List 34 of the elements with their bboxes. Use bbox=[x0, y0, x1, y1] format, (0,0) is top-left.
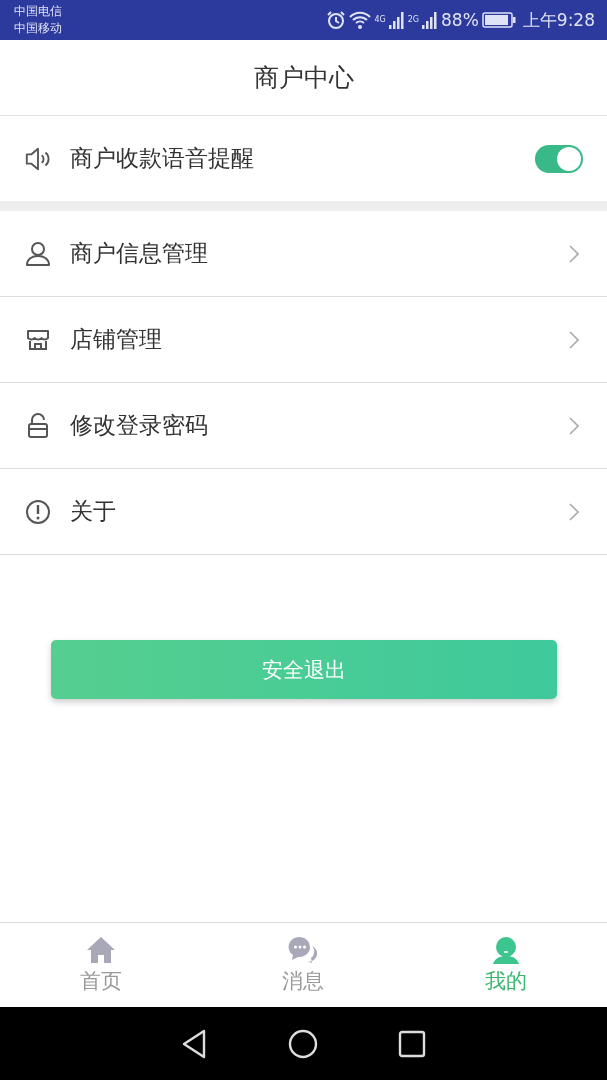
menu-label: 商户信息管理 bbox=[70, 239, 209, 268]
exclamation-icon bbox=[24, 498, 52, 525]
person-icon bbox=[490, 935, 521, 964]
alarm-icon bbox=[326, 10, 347, 30]
clock-time: 上午9:28 bbox=[522, 8, 595, 32]
chevron-right-icon bbox=[569, 416, 579, 435]
signal-icon bbox=[422, 11, 438, 29]
network-type: 2G bbox=[407, 14, 419, 24]
carrier-name: 中国移动 bbox=[14, 20, 62, 37]
setting-label: 商户收款语音提醒 bbox=[70, 144, 255, 173]
page-title: 商户中心 bbox=[253, 62, 354, 94]
chevron-right-icon bbox=[569, 502, 579, 521]
carrier-name: 中国电信 bbox=[14, 3, 62, 20]
chat-bubbles-icon bbox=[288, 935, 319, 964]
menu-label: 关于 bbox=[70, 497, 117, 526]
back-icon[interactable] bbox=[180, 1028, 207, 1059]
menu-item[interactable]: 店铺管理 bbox=[0, 297, 607, 383]
menu-item[interactable]: 修改登录密码 bbox=[0, 383, 607, 469]
menu-label: 店铺管理 bbox=[70, 325, 163, 354]
recents-icon[interactable] bbox=[398, 1029, 427, 1058]
toggle-switch[interactable] bbox=[535, 144, 583, 173]
home-circle-icon[interactable] bbox=[287, 1028, 318, 1059]
home-icon bbox=[86, 935, 117, 964]
chevron-right-icon bbox=[569, 244, 579, 263]
wifi-icon bbox=[349, 11, 372, 29]
menu-item[interactable]: 商户信息管理 bbox=[0, 211, 607, 297]
network-type: 4G bbox=[374, 14, 386, 24]
person-icon bbox=[24, 240, 52, 267]
menu-label: 修改登录密码 bbox=[70, 411, 209, 440]
battery-percent: 88% bbox=[441, 10, 479, 30]
chevron-right-icon bbox=[569, 330, 579, 349]
battery-icon bbox=[481, 12, 516, 28]
signal-icon bbox=[388, 11, 405, 29]
menu-item[interactable]: 关于 bbox=[0, 469, 607, 555]
